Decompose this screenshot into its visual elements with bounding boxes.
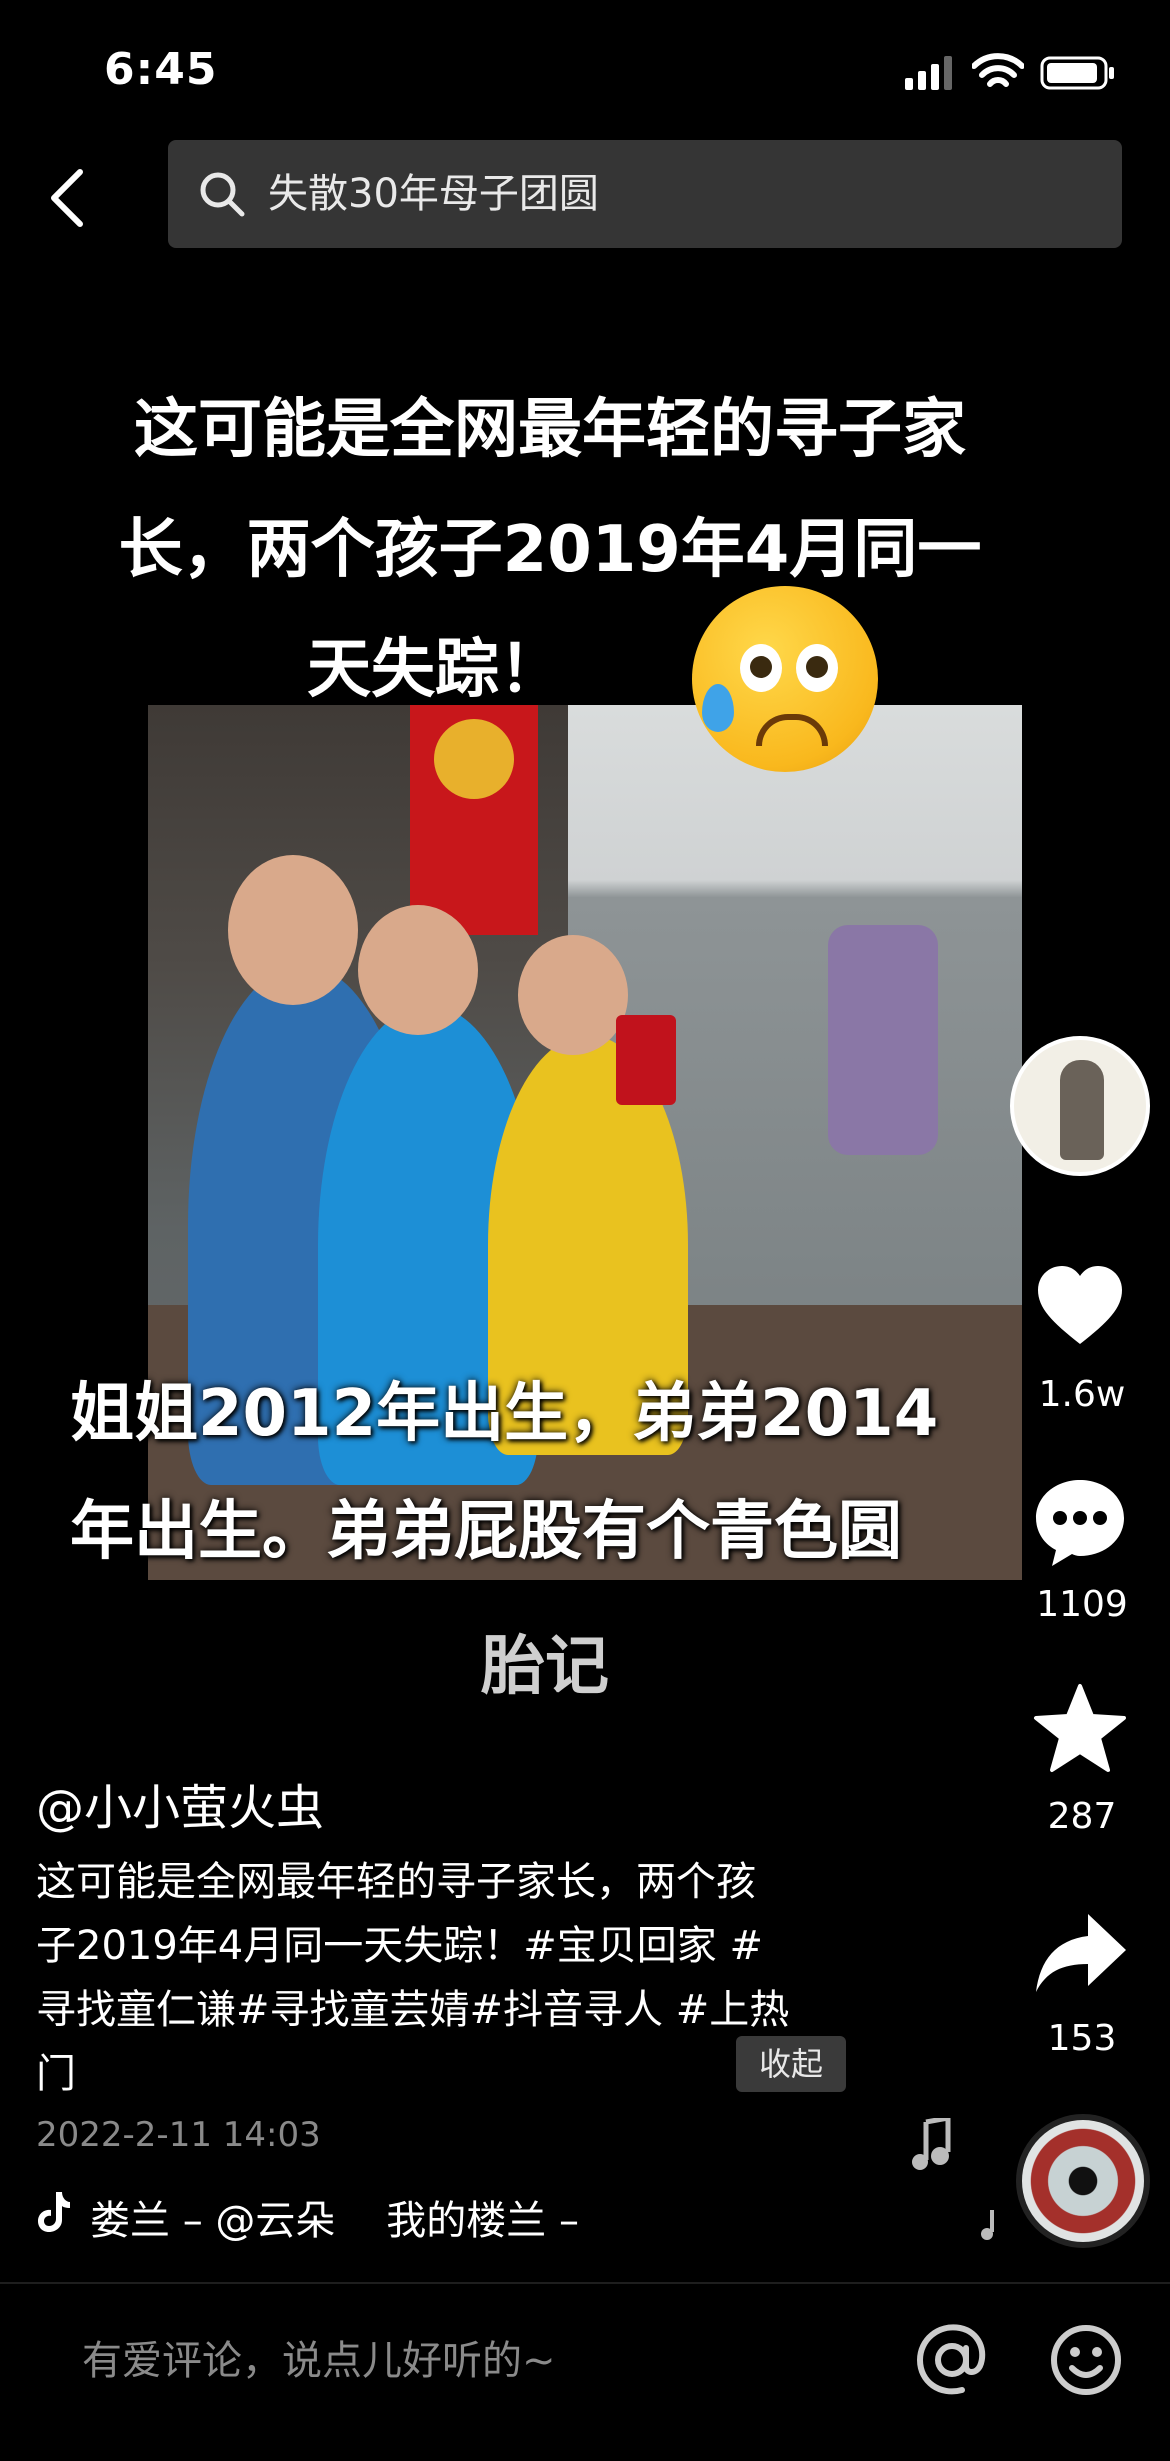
- tiktok-icon: [38, 2192, 70, 2232]
- comment-count: 1109: [1036, 1584, 1128, 1625]
- search-icon: [200, 172, 245, 217]
- share-icon[interactable]: [1032, 1906, 1128, 2002]
- author-avatar[interactable]: [1010, 1036, 1150, 1176]
- heart-icon[interactable]: [1032, 1258, 1128, 1354]
- favorite-count: 287: [1047, 1796, 1117, 1837]
- desc-line: 子2019年4月同一天失踪！#宝贝回家 #: [36, 1923, 763, 1969]
- share-count: 153: [1047, 2018, 1117, 2059]
- smile-icon[interactable]: [1050, 2324, 1122, 2396]
- music-note-icon: [981, 2210, 994, 2240]
- desc-line: 这可能是全网最年轻的寻子家长，两个孩: [36, 1859, 756, 1905]
- battery-icon: [1040, 56, 1114, 90]
- collapse-button[interactable]: 收起: [736, 2036, 846, 2092]
- status-time: 6:45: [104, 44, 218, 95]
- video-caption-top: 这可能是全网最年轻的寻子家 长，两个孩子2019年4月同一 天失踪！: [70, 370, 1030, 730]
- caption-line: 天失踪！: [307, 633, 563, 707]
- video-caption-mid: 姐姐2012年出生，弟弟2014 年出生。弟弟屁股有个青色圆: [70, 1355, 1070, 1591]
- signal-icon: [905, 56, 952, 90]
- music-note-icon: [912, 2118, 951, 2170]
- comment-icon[interactable]: [1032, 1474, 1128, 1570]
- divider: [0, 2282, 1170, 2284]
- caption-line: 这可能是全网最年轻的寻子家: [134, 393, 966, 467]
- post-date: 2022-2-11 14:03: [36, 2115, 321, 2155]
- search-input[interactable]: 失散30年母子团圆: [268, 168, 599, 220]
- caption-line: 姐姐2012年出生，弟弟2014: [70, 1377, 939, 1451]
- music-title[interactable]: 娄兰 – @云朵 我的楼兰 –: [90, 2188, 579, 2246]
- search-bar[interactable]: 失散30年母子团圆: [168, 140, 1122, 248]
- at-icon[interactable]: [914, 2322, 990, 2398]
- caption-line: 年出生。弟弟屁股有个青色圆: [70, 1495, 902, 1569]
- desc-line: 寻找童仁谦#寻找童芸婧#抖音寻人 #上热: [36, 1987, 790, 2033]
- video-caption-last: 胎记: [481, 1630, 609, 1704]
- star-icon[interactable]: [1032, 1682, 1128, 1778]
- back-icon[interactable]: [46, 168, 86, 228]
- like-count: 1.6w: [1038, 1374, 1126, 1415]
- music-disc[interactable]: [1016, 2114, 1150, 2248]
- caption-line: 长，两个孩子2019年4月同一: [118, 513, 982, 587]
- comment-input[interactable]: 有爱评论，说点儿好听的~: [82, 2328, 556, 2386]
- author-name[interactable]: @小小萤火虫: [36, 1768, 324, 1838]
- wifi-icon: [972, 53, 1024, 87]
- crying-emoji-icon: [692, 586, 878, 772]
